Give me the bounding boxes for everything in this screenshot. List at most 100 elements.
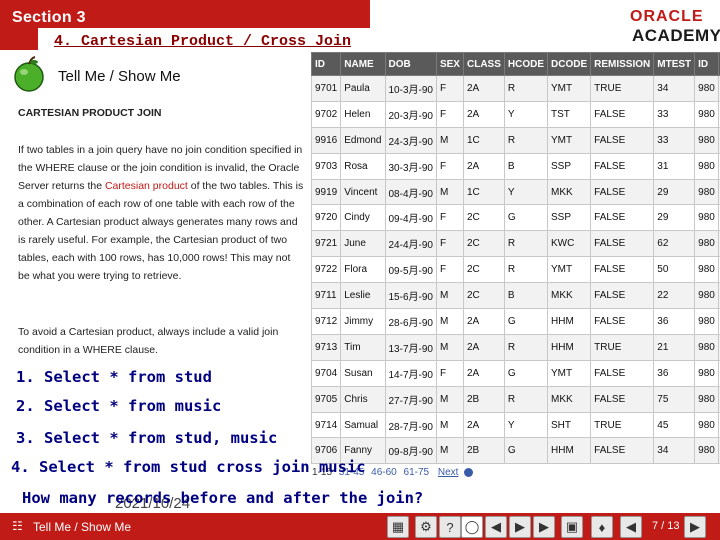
table-cell: R <box>503 256 549 284</box>
home-icon[interactable]: ☷ <box>12 519 24 533</box>
presentation-icon[interactable]: ▶ <box>533 516 555 538</box>
table-row: 9916Edmond24-3月-90M1CRYMTFALSE33980Piano <box>310 126 720 154</box>
table-cell: 09-8月-90 <box>384 437 437 465</box>
table-cell: 980 <box>694 308 719 335</box>
column-header-sex[interactable]: SEX <box>435 52 464 76</box>
search-icon[interactable]: ◯ <box>461 516 483 538</box>
notes-icon[interactable]: ▦ <box>387 516 409 538</box>
table-cell: June <box>340 230 386 258</box>
panel-title: Tell Me / Show Me <box>58 68 181 85</box>
table-cell: SSP <box>547 204 592 232</box>
table-cell: 2C <box>462 204 505 232</box>
table-cell: FALSE <box>590 178 655 206</box>
next-icon[interactable]: ▶ <box>684 516 706 538</box>
column-header-hcode[interactable]: HCODE <box>503 52 549 76</box>
table-cell: 15-6月-90 <box>384 282 437 310</box>
pager-next-link[interactable]: Next <box>438 467 459 478</box>
table-cell: Tim <box>340 333 386 361</box>
table-cell: M <box>435 437 464 465</box>
resource-icon[interactable]: ▣ <box>561 516 583 538</box>
table-cell: 2A <box>462 308 505 335</box>
table-cell: FALSE <box>590 437 655 465</box>
table-cell: 9703 <box>310 152 342 180</box>
table-cell: 31 <box>653 152 696 180</box>
table-cell: TRUE <box>590 411 655 439</box>
table-cell: 9701 <box>310 75 342 102</box>
table-cell: 2A <box>462 152 505 180</box>
column-header-class[interactable]: CLASS <box>462 52 505 76</box>
table-cell: 45 <box>653 411 696 439</box>
column-header-id[interactable]: ID <box>694 52 719 76</box>
table-cell: 980 <box>694 178 719 206</box>
table-cell: TST <box>547 100 592 128</box>
table-cell: MKK <box>547 385 592 413</box>
cartesian-product-highlight: Cartesian product <box>104 180 188 192</box>
table-cell: 9919 <box>310 178 342 206</box>
table-cell: G <box>503 359 549 387</box>
table-cell: 36 <box>653 308 696 335</box>
pager-link-2[interactable]: 46-60 <box>371 467 397 478</box>
settings-icon[interactable]: ⚙ <box>415 516 437 538</box>
table-cell: Helen <box>340 100 386 128</box>
table-row: 9706Fanny09-8月-90M2BGHHMFALSE34980Piano <box>310 437 720 465</box>
table-cell: 29 <box>653 178 696 206</box>
table-cell: 36 <box>653 359 696 387</box>
header-bar: Section 3 4. Cartesian Product / Cross J… <box>0 0 720 50</box>
table-cell: 33 <box>653 126 696 154</box>
table-cell: M <box>435 385 464 413</box>
table-row: 9705Chris27-7月-90M2BRMKKFALSE75980Piano <box>310 385 720 413</box>
table-cell: 9916 <box>310 126 342 154</box>
table-cell: 980 <box>694 385 719 413</box>
table-cell: 980 <box>694 359 719 387</box>
table-cell: HHM <box>547 308 592 335</box>
table-cell: 980 <box>694 333 719 361</box>
table-cell: 980 <box>694 411 719 439</box>
column-header-dcode[interactable]: DCODE <box>547 52 592 76</box>
table-cell: 9720 <box>310 204 342 232</box>
table-cell: FALSE <box>590 359 655 387</box>
table-cell: M <box>435 178 464 206</box>
column-header-dob[interactable]: DOB <box>384 52 437 76</box>
column-header-remission[interactable]: REMISSION <box>590 52 655 76</box>
table-cell: 2B <box>462 385 505 413</box>
table-row: 9720Cindy09-4月-90F2CGSSPFALSE29980Piano <box>310 204 720 232</box>
table-cell: Y <box>503 178 549 206</box>
table-cell: F <box>435 75 464 102</box>
column-header-mtest[interactable]: MTEST <box>653 52 696 76</box>
table-cell: FALSE <box>590 230 655 258</box>
query-2: 2. Select * from music <box>16 397 222 415</box>
apple-icon <box>14 56 44 92</box>
table-cell: 980 <box>694 282 719 310</box>
table-cell: B <box>503 152 549 180</box>
table-cell: R <box>503 126 549 154</box>
forward-icon[interactable]: ▶ <box>509 516 531 538</box>
table-row: 9702Helen20-3月-90F2AYTSTFALSE33980Piano <box>310 100 720 128</box>
panel-heading: CARTESIAN PRODUCT JOIN <box>18 107 162 119</box>
table-cell: FALSE <box>590 152 655 180</box>
table-cell: 9714 <box>310 411 342 439</box>
table-cell: 24-4月-90 <box>384 230 437 258</box>
table-cell: 28-7月-90 <box>384 411 437 439</box>
table-cell: 980 <box>694 230 719 258</box>
explanation-text-b: of the two tables. This is a combination… <box>18 180 304 282</box>
table-cell: FALSE <box>590 126 655 154</box>
page-indicator: 7 / 13 <box>652 520 680 532</box>
help-icon[interactable]: ? <box>439 516 461 538</box>
table-cell: Leslie <box>340 282 386 310</box>
table-cell: Susan <box>340 359 386 387</box>
table-cell: Cindy <box>340 204 386 232</box>
table-cell: 50 <box>653 256 696 284</box>
table-cell: 9713 <box>310 333 342 361</box>
previous-icon[interactable]: ◀ <box>620 516 642 538</box>
column-header-id[interactable]: ID <box>310 52 342 76</box>
table-cell: M <box>435 333 464 361</box>
section-label: Section 3 <box>12 9 86 26</box>
table-cell: 980 <box>694 152 719 180</box>
back-icon[interactable]: ◀ <box>485 516 507 538</box>
next-arrow-icon[interactable] <box>464 467 474 477</box>
table-cell: R <box>503 333 549 361</box>
column-header-name[interactable]: NAME <box>340 52 386 76</box>
bookmark-icon[interactable]: ♦ <box>591 516 613 538</box>
pager-link-3[interactable]: 61-75 <box>404 467 430 478</box>
result-grid: ID NAME DOB SEX CLASS HCODE DCODE REMISSION MTES… <box>310 52 720 465</box>
